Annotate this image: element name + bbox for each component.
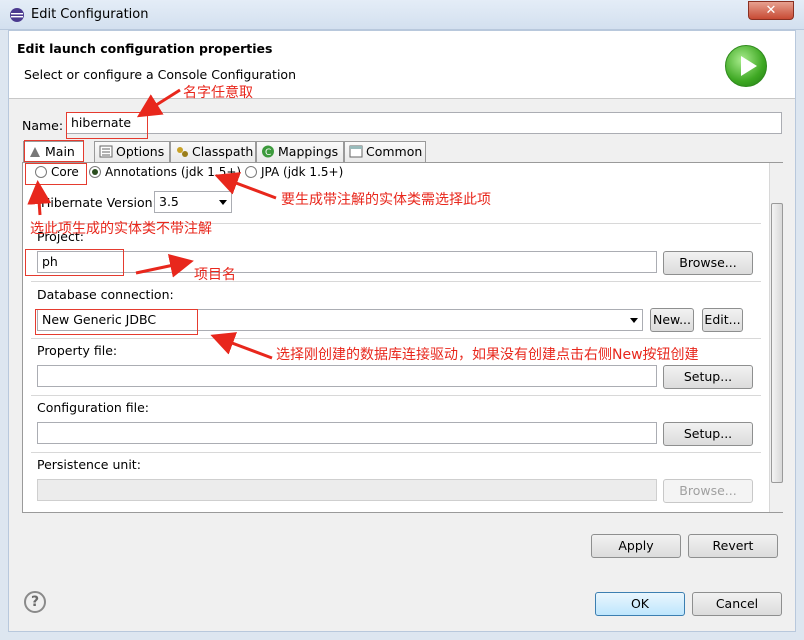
annotations-arrow bbox=[214, 172, 277, 200]
annotation-arrows bbox=[27, 88, 277, 360]
name-arrow bbox=[136, 88, 181, 118]
core-arrow bbox=[27, 180, 52, 216]
db-arrow bbox=[210, 332, 273, 360]
project-arrow bbox=[135, 253, 194, 278]
